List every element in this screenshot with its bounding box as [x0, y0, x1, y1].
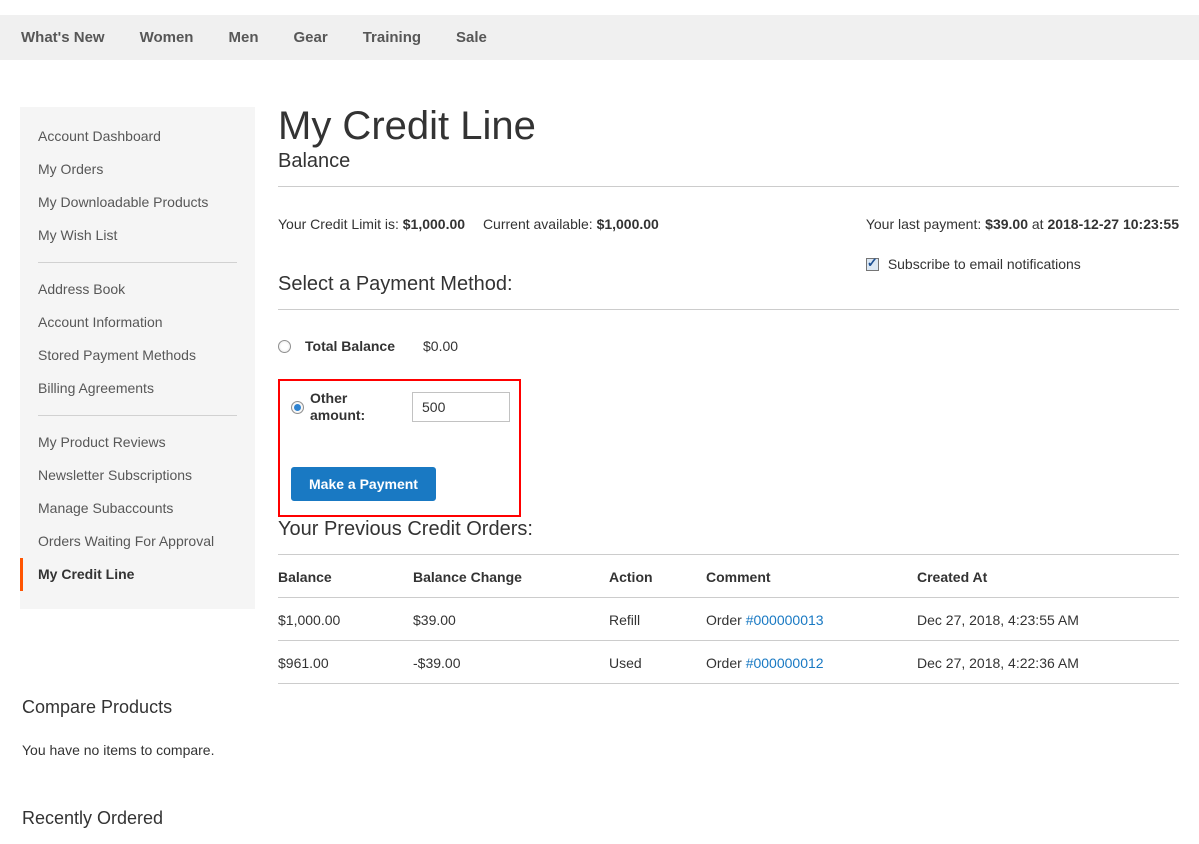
- column-header-comment: Comment: [706, 555, 917, 598]
- balance-row: Your Credit Limit is: $1,000.00 Current …: [278, 216, 1179, 272]
- cell-balance-change: $39.00: [413, 598, 609, 641]
- left-column: Account Dashboard My Orders My Downloada…: [20, 107, 255, 829]
- main-nav: What's New Women Men Gear Training Sale: [0, 15, 1199, 60]
- order-number-link[interactable]: #000000012: [746, 655, 824, 671]
- sidebar-divider: [38, 262, 237, 263]
- order-number-link[interactable]: #000000013: [746, 612, 824, 628]
- compare-products-block: Compare Products You have no items to co…: [20, 697, 255, 758]
- nav-item-women[interactable]: Women: [140, 29, 194, 46]
- account-sidebar: Account Dashboard My Orders My Downloada…: [20, 107, 255, 609]
- sidebar-item-newsletter-subscriptions[interactable]: Newsletter Subscriptions: [20, 459, 255, 492]
- column-header-balance: Balance: [278, 555, 413, 598]
- nav-item-whats-new[interactable]: What's New: [21, 29, 105, 46]
- last-payment-connector: at: [1032, 216, 1044, 232]
- make-payment-button[interactable]: Make a Payment: [291, 467, 436, 501]
- column-header-action: Action: [609, 555, 706, 598]
- sidebar-item-account-information[interactable]: Account Information: [20, 306, 255, 339]
- current-available-label: Current available:: [483, 216, 593, 232]
- sidebar-item-account-dashboard[interactable]: Account Dashboard: [20, 120, 255, 153]
- total-balance-radio[interactable]: [278, 340, 291, 353]
- cell-created-at: Dec 27, 2018, 4:22:36 AM: [917, 641, 1179, 684]
- nav-item-sale[interactable]: Sale: [456, 29, 487, 46]
- table-row: $1,000.00 $39.00 Refill Order #000000013…: [278, 598, 1179, 641]
- total-balance-label[interactable]: Total Balance: [305, 338, 395, 354]
- order-word: Order: [706, 612, 742, 628]
- compare-products-empty-text: You have no items to compare.: [22, 742, 255, 758]
- page-body: Account Dashboard My Orders My Downloada…: [0, 107, 1199, 829]
- recently-ordered-title: Recently Ordered: [22, 808, 255, 829]
- main-content: My Credit Line Balance Your Credit Limit…: [278, 107, 1179, 829]
- credit-orders-table: Balance Balance Change Action Comment Cr…: [278, 555, 1179, 684]
- compare-products-title: Compare Products: [22, 697, 255, 718]
- nav-item-training[interactable]: Training: [363, 29, 421, 46]
- last-payment-amount: $39.00: [985, 216, 1028, 232]
- cell-comment: Order #000000013: [706, 598, 917, 641]
- sidebar-item-my-credit-line[interactable]: My Credit Line: [20, 558, 255, 591]
- divider: [278, 186, 1179, 187]
- total-balance-value: $0.00: [423, 338, 458, 354]
- cell-comment: Order #000000012: [706, 641, 917, 684]
- sidebar-item-manage-subaccounts[interactable]: Manage Subaccounts: [20, 492, 255, 525]
- other-amount-radio[interactable]: [291, 401, 304, 414]
- last-payment-line: Your last payment: $39.00 at 2018-12-27 …: [866, 216, 1179, 232]
- highlight-annotation-box: Other amount: Make a Payment: [278, 379, 521, 517]
- subscribe-label[interactable]: Subscribe to email notifications: [888, 256, 1081, 272]
- previous-orders-heading: Your Previous Credit Orders:: [278, 517, 1179, 541]
- column-header-created-at: Created At: [917, 555, 1179, 598]
- recently-ordered-block: Recently Ordered: [20, 808, 255, 829]
- cell-balance: $961.00: [278, 641, 413, 684]
- nav-item-gear[interactable]: Gear: [293, 29, 327, 46]
- sidebar-item-stored-payment-methods[interactable]: Stored Payment Methods: [20, 339, 255, 372]
- last-payment-datetime: 2018-12-27 10:23:55: [1047, 216, 1179, 232]
- sidebar-item-my-orders[interactable]: My Orders: [20, 153, 255, 186]
- sidebar-divider: [38, 415, 237, 416]
- order-word: Order: [706, 655, 742, 671]
- sidebar-item-billing-agreements[interactable]: Billing Agreements: [20, 372, 255, 405]
- subscribe-checkbox[interactable]: ✓: [866, 258, 879, 271]
- other-amount-option[interactable]: Other amount:: [288, 390, 519, 424]
- payment-method-heading: Select a Payment Method:: [278, 272, 1179, 296]
- cell-balance: $1,000.00: [278, 598, 413, 641]
- sidebar-item-orders-waiting-for-approval[interactable]: Orders Waiting For Approval: [20, 525, 255, 558]
- last-payment-block: Your last payment: $39.00 at 2018-12-27 …: [866, 216, 1179, 272]
- last-payment-label: Your last payment:: [866, 216, 981, 232]
- cell-action: Used: [609, 641, 706, 684]
- nav-item-men[interactable]: Men: [228, 29, 258, 46]
- sidebar-item-my-wish-list[interactable]: My Wish List: [20, 219, 255, 252]
- cell-balance-change: -$39.00: [413, 641, 609, 684]
- other-amount-input[interactable]: [412, 392, 510, 422]
- table-header-row: Balance Balance Change Action Comment Cr…: [278, 555, 1179, 598]
- page-title: My Credit Line: [278, 103, 1179, 149]
- credit-limit-value: $1,000.00: [403, 216, 465, 232]
- sidebar-item-my-product-reviews[interactable]: My Product Reviews: [20, 426, 255, 459]
- subscribe-checkbox-row[interactable]: ✓ Subscribe to email notifications: [866, 256, 1179, 272]
- table-row: $961.00 -$39.00 Used Order #000000012 De…: [278, 641, 1179, 684]
- sidebar-item-address-book[interactable]: Address Book: [20, 273, 255, 306]
- column-header-balance-change: Balance Change: [413, 555, 609, 598]
- other-amount-label[interactable]: Other amount:: [310, 390, 376, 424]
- cell-created-at: Dec 27, 2018, 4:23:55 AM: [917, 598, 1179, 641]
- checkmark-icon: ✓: [867, 256, 878, 269]
- balance-heading: Balance: [278, 149, 1179, 173]
- credit-limit-line: Your Credit Limit is: $1,000.00 Current …: [278, 216, 659, 272]
- divider: [278, 309, 1179, 310]
- total-balance-option[interactable]: Total Balance $0.00: [278, 338, 1179, 354]
- credit-limit-label: Your Credit Limit is:: [278, 216, 399, 232]
- sidebar-item-my-downloadable-products[interactable]: My Downloadable Products: [20, 186, 255, 219]
- current-available-value: $1,000.00: [597, 216, 659, 232]
- cell-action: Refill: [609, 598, 706, 641]
